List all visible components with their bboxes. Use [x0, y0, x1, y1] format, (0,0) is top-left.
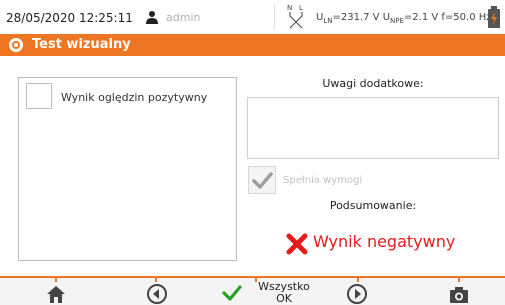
u-npe-value: UNPE=2.1 V: [382, 12, 439, 25]
status-bar: 28/05/2020 12:25:11 admin N L ULN=231.7 …: [0, 0, 505, 34]
measurements: ULN=231.7 V UNPE=2.1 V f=50.0 Hz: [316, 12, 492, 25]
freq-value: f=50.0 Hz: [441, 12, 492, 23]
home-icon: [47, 286, 65, 303]
notes-input[interactable]: [247, 97, 499, 159]
arrow-right-circle-icon: [347, 284, 367, 304]
meets-requirements-checkbox[interactable]: [248, 166, 276, 194]
inspection-positive-checkbox[interactable]: [26, 83, 52, 109]
cross-icon: [286, 233, 308, 255]
camera-icon: [450, 287, 468, 303]
result-text: Wynik negatywny: [313, 232, 456, 251]
target-icon: [9, 38, 23, 52]
meets-requirements-label: Spełnia wymogi: [283, 175, 363, 186]
battery-charging-icon: [488, 6, 500, 28]
forward-button[interactable]: [346, 282, 368, 304]
inspection-positive-label: Wynik oględzin pozytywny: [61, 91, 208, 104]
phase-wiring-icon: N L: [287, 4, 303, 29]
check-icon: [252, 172, 273, 189]
camera-button[interactable]: [448, 282, 470, 304]
check-icon: [222, 285, 242, 301]
page-title: Test wizualny: [32, 37, 131, 52]
back-button[interactable]: [146, 282, 168, 304]
all-ok-label-line2: OK: [276, 292, 292, 305]
summary-label: Podsumowanie:: [329, 199, 417, 212]
datetime: 28/05/2020 12:25:11: [6, 11, 133, 25]
phase-n-label: N: [287, 4, 292, 12]
phase-l-label: L: [299, 4, 303, 12]
u-ln-value: ULN=231.7 V: [316, 12, 380, 25]
home-button[interactable]: [46, 282, 66, 304]
all-ok-button[interactable]: Wszystko OK: [222, 281, 312, 305]
notes-label: Uwagi dodatkowe:: [322, 77, 424, 90]
username: admin: [166, 11, 201, 24]
arrow-left-circle-icon: [147, 284, 167, 304]
status-separator: [274, 4, 275, 30]
user-icon: [146, 11, 158, 24]
all-ok-label: Wszystko OK: [256, 281, 312, 305]
inspection-panel: Wynik oględzin pozytywny: [18, 77, 237, 261]
title-bar: Test wizualny: [0, 34, 505, 56]
bottom-toolbar: Wszystko OK: [0, 276, 505, 305]
